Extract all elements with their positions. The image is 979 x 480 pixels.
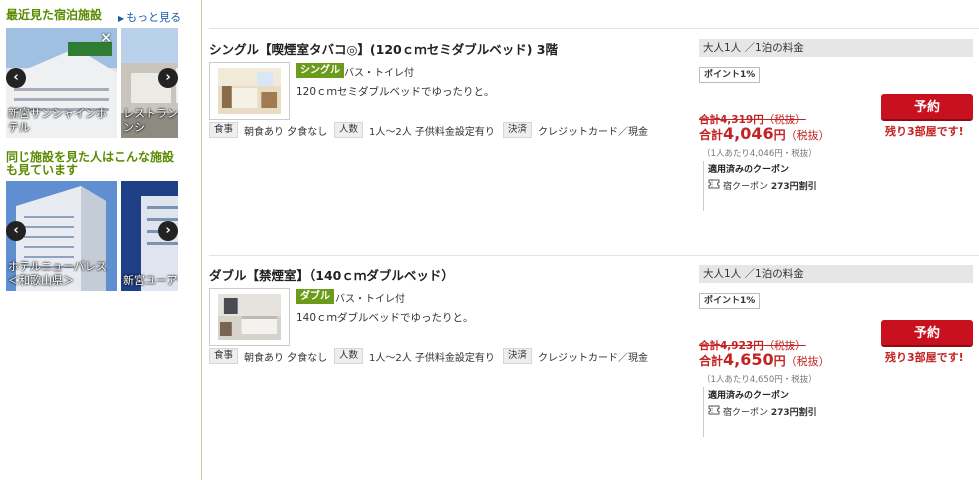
coupon-detail: 宿クーポン 273円割引 bbox=[723, 405, 817, 418]
discounted-price: 合計4,046円（税抜） bbox=[699, 124, 830, 143]
recent-hotels-title: 最近見た宿泊施設 bbox=[6, 8, 103, 22]
payment-label: 決済 bbox=[503, 348, 533, 364]
similar-hotel-name: 新宮ユーアーイ bbox=[123, 274, 178, 287]
price-unit: 円 bbox=[773, 128, 786, 142]
coupon-discount: 273円割引 bbox=[770, 182, 817, 192]
similar-hotels-title-line2: も見ています bbox=[6, 163, 79, 177]
room-title[interactable]: シングル【喫煙室タバコ◎】(120ｃｍセミダブルベッド) 3階 bbox=[209, 39, 558, 58]
people-value: 1人～2人 子供料金設定有り bbox=[369, 126, 495, 138]
coupon-discount: 273円割引 bbox=[770, 408, 817, 418]
per-person-price: （1人あたり4,046円・税抜） bbox=[702, 149, 817, 159]
recent-hotels-carousel: × 新宮サンシャインホテル レストランレイクサンシ ‹ › bbox=[6, 28, 178, 138]
payment-feature: 決済 クレジットカード／現金 bbox=[503, 122, 648, 138]
meal-feature: 食事 朝食あり 夕食なし bbox=[209, 348, 327, 364]
rooms-left-notice: 残り3部屋です! bbox=[885, 351, 964, 364]
discounted-price: 合計4,650円（税抜） bbox=[699, 350, 830, 369]
divider bbox=[209, 255, 979, 256]
chevron-right-icon[interactable]: › bbox=[158, 68, 178, 88]
coupon-title: 適用済みのクーポン bbox=[708, 165, 790, 175]
people-feature: 人数 1人～2人 子供料金設定有り bbox=[334, 122, 495, 138]
chevron-left-icon[interactable]: ‹ bbox=[6, 68, 26, 88]
room-type-badge: ダブル bbox=[296, 289, 334, 304]
similar-hotels-carousel: ホテルニューパレス＜和歌山県＞ 新宮ユーアーイ ‹ › bbox=[6, 181, 178, 291]
close-icon[interactable]: × bbox=[100, 30, 112, 46]
reserve-button[interactable]: 予約 bbox=[881, 320, 973, 347]
applied-coupon: 適用済みのクーポン 宿クーポン 273円割引 bbox=[703, 387, 817, 437]
price-amount: 4,650 bbox=[723, 350, 774, 369]
room-plan: ダブル【禁煙室】（140ｃｍダブルベッド） ダブル バス・トイレ付 140ｃｍダ… bbox=[209, 265, 979, 480]
room-photo bbox=[218, 68, 281, 114]
people-feature: 人数 1人～2人 子供料金設定有り bbox=[334, 348, 495, 364]
price-label: 合計 bbox=[699, 128, 724, 142]
room-photo bbox=[218, 294, 281, 340]
price-tax: （税抜） bbox=[785, 129, 830, 142]
price-amount: 4,046 bbox=[723, 124, 774, 143]
per-person-price: （1人あたり4,650円・税抜） bbox=[702, 375, 817, 385]
rooms-left-notice: 残り3部屋です! bbox=[885, 125, 964, 138]
coupon-prefix: 宿クーポン bbox=[723, 182, 769, 192]
meal-value: 朝食あり 夕食なし bbox=[244, 126, 328, 138]
room-thumbnail[interactable] bbox=[209, 288, 290, 346]
coupon-title: 適用済みのクーポン bbox=[708, 391, 790, 401]
people-value: 1人～2人 子供料金設定有り bbox=[369, 352, 495, 364]
coupon-prefix: 宿クーポン bbox=[723, 408, 769, 418]
payment-feature: 決済 クレジットカード／現金 bbox=[503, 348, 648, 364]
applied-coupon: 適用済みのクーポン 宿クーポン 273円割引 bbox=[703, 161, 817, 211]
similar-hotel-name: ホテルニューパレス＜和歌山県＞ bbox=[8, 260, 107, 287]
ticket-icon bbox=[708, 179, 720, 189]
payment-value: クレジットカード／現金 bbox=[538, 126, 649, 138]
divider bbox=[209, 28, 979, 29]
price-label: 合計 bbox=[699, 354, 724, 368]
price-header: 大人1人 ／1泊の料金 bbox=[699, 39, 973, 57]
room-description: 140ｃｍダブルベッドでゆったりと。 bbox=[296, 312, 474, 324]
meal-feature: 食事 朝食あり 夕食なし bbox=[209, 122, 327, 138]
reserve-button[interactable]: 予約 bbox=[881, 94, 973, 121]
people-label: 人数 bbox=[334, 122, 364, 138]
recent-hotel-name: 新宮サンシャインホテル bbox=[8, 107, 107, 134]
chevron-left-icon[interactable]: ‹ bbox=[6, 221, 26, 241]
room-type-badge: シングル bbox=[296, 63, 344, 78]
more-link[interactable]: ▶ もっと見る bbox=[118, 9, 181, 25]
people-label: 人数 bbox=[334, 348, 364, 364]
points-badge: ポイント1% bbox=[699, 67, 761, 83]
payment-value: クレジットカード／現金 bbox=[538, 352, 649, 364]
points-badge: ポイント1% bbox=[699, 293, 761, 309]
room-description: 120ｃｍセミダブルベッドでゆったりと。 bbox=[296, 86, 495, 98]
coupon-detail: 宿クーポン 273円割引 bbox=[723, 179, 817, 192]
similar-hotels-title: 同じ施設を見た人はこんな施設 も見ています bbox=[6, 151, 174, 177]
chevron-right-icon[interactable]: › bbox=[158, 221, 178, 241]
sidebar: 最近見た宿泊施設 ▶ もっと見る × 新宮サンシャインホテル レストラン ンシ … bbox=[0, 0, 202, 480]
room-title[interactable]: ダブル【禁煙室】（140ｃｍダブルベッド） bbox=[209, 265, 454, 284]
meal-value: 朝食あり 夕食なし bbox=[244, 352, 328, 364]
price-header: 大人1人 ／1泊の料金 bbox=[699, 265, 973, 283]
bath-info: バス・トイレ付 bbox=[335, 294, 405, 305]
room-plan: シングル【喫煙室タバコ◎】(120ｃｍセミダブルベッド) 3階 シングル バス・… bbox=[209, 39, 979, 254]
meal-label: 食事 bbox=[209, 122, 239, 138]
triangle-right-icon: ▶ bbox=[118, 14, 125, 23]
ticket-icon bbox=[708, 405, 720, 415]
price-unit: 円 bbox=[773, 354, 786, 368]
recent-hotel-name: レストランレイクサンシ bbox=[123, 107, 178, 134]
meal-label: 食事 bbox=[209, 348, 239, 364]
price-tax: （税抜） bbox=[785, 355, 830, 368]
more-link-label: もっと見る bbox=[126, 11, 182, 24]
room-thumbnail[interactable] bbox=[209, 62, 290, 120]
bath-info: バス・トイレ付 bbox=[344, 68, 414, 79]
payment-label: 決済 bbox=[503, 122, 533, 138]
